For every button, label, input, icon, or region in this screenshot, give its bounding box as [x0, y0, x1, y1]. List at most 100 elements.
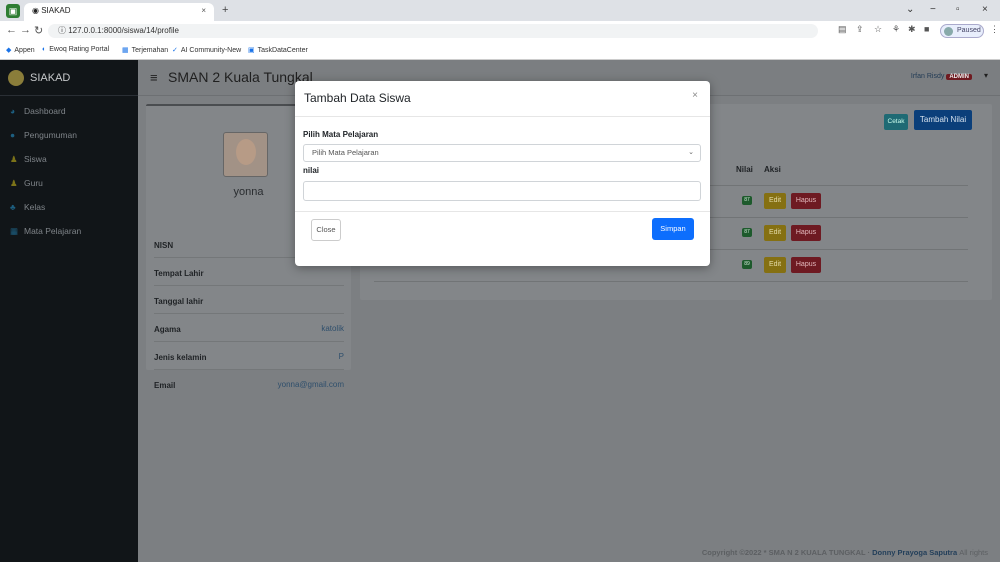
nilai-badge: 89: [742, 260, 752, 269]
nilai-input[interactable]: [303, 181, 701, 201]
sidebar-item-label: Guru: [24, 178, 43, 188]
tab-title: SIAKAD: [41, 6, 71, 15]
sidebar-item-guru[interactable]: ♟ Guru: [0, 174, 138, 198]
tambah-nilai-button[interactable]: Tambah Nilai: [914, 110, 972, 130]
sidebar-item-kelas[interactable]: ♣ Kelas: [0, 198, 138, 222]
hamburger-icon[interactable]: ≡: [150, 70, 158, 85]
tab-close-icon[interactable]: ×: [201, 6, 206, 15]
sidebar-menu: ◕ Dashboard ● Pengumuman ♟ Siswa ♟ Guru ♣ Kel…: [0, 96, 138, 246]
new-tab-icon[interactable]: +: [222, 4, 228, 16]
footer-text: Copyright ©2022 * SMA N 2 KUALA TUNGKAL …: [701, 548, 871, 557]
bookmark-label: TaskDataCenter: [257, 47, 308, 54]
bookmark-label: Appen: [14, 47, 35, 54]
field-value: P: [338, 352, 344, 361]
nilai-label: nilai: [303, 166, 320, 175]
ewoq-icon: ◐: [42, 46, 47, 53]
appen-icon: ◆: [6, 47, 12, 54]
bookmark-label: AI Community-New: [180, 47, 242, 54]
bookmarks-bar: ◆ Appen ◐ Ewoq Rating Portal ▦ Terjemahan ✓…: [0, 41, 1000, 60]
restore-icon[interactable]: ▫: [956, 4, 960, 15]
paused-label: Paused: [957, 27, 981, 34]
share-icon[interactable]: ⇪: [856, 24, 864, 35]
page-footer: Copyright ©2022 * SMA N 2 KUALA TUNGKAL …: [138, 548, 1000, 562]
task-icon: ▣: [248, 47, 255, 54]
hapus-button[interactable]: Hapus: [791, 257, 821, 273]
modal-title: Tambah Data Siswa: [304, 91, 411, 105]
simpan-button[interactable]: Simpan: [652, 218, 694, 240]
class-icon: ♣: [10, 202, 16, 212]
modal-header: Tambah Data Siswa ×: [295, 81, 710, 117]
translate-icon[interactable]: ▤: [838, 24, 847, 35]
sidebar-item-dashboard[interactable]: ◕ Dashboard: [0, 102, 138, 126]
field-value: yonna@gmail.com: [277, 380, 344, 389]
minimize-icon[interactable]: −: [930, 4, 936, 15]
subject-select[interactable]: Pilih Mata Pelajaran ⌄: [303, 144, 701, 162]
sidebar-item-label: Mata Pelajaran: [24, 226, 82, 236]
url-field[interactable]: ⓘ 127.0.0.1:8000/siswa/14/profile: [48, 24, 818, 38]
address-bar-row: ← → ↻ ⓘ 127.0.0.1:8000/siswa/14/profile …: [0, 21, 1000, 41]
sidepanel-icon[interactable]: ■: [924, 24, 929, 34]
tab-actions-icon[interactable]: ▣: [6, 4, 20, 18]
bookmark-ewoq[interactable]: ◐ Ewoq Rating Portal: [42, 46, 109, 53]
profile-row-jenis-kelamin: Jenis kelamin P: [154, 342, 344, 370]
check-icon: ✓: [172, 47, 178, 54]
brand-text: SIAKAD: [30, 71, 71, 84]
bookmark-terjemahan[interactable]: ▦ Terjemahan: [122, 46, 168, 54]
bookmark-taskdatacenter[interactable]: ▣ TaskDataCenter: [248, 46, 308, 54]
hapus-button[interactable]: Hapus: [791, 193, 821, 209]
forward-icon[interactable]: →: [20, 24, 31, 36]
footer-author-link[interactable]: Donny Prayoga Saputra: [872, 548, 957, 557]
edit-button[interactable]: Edit: [764, 257, 786, 273]
extension-icon[interactable]: ⚘: [892, 24, 900, 35]
menu-kebab-icon[interactable]: ⋮: [990, 24, 999, 35]
edit-button[interactable]: Edit: [764, 193, 786, 209]
tab-favicon-icon: ◉: [32, 6, 42, 15]
nilai-badge: 87: [742, 228, 752, 237]
close-icon[interactable]: ×: [692, 90, 698, 101]
field-key: Email: [154, 381, 176, 390]
school-name: SMAN 2 Kuala Tungkal: [168, 69, 313, 85]
sidebar-item-siswa[interactable]: ♟ Siswa: [0, 150, 138, 174]
tab-bar: ▣ ◉ SIAKAD × + ⌄ − ▫ ×: [0, 0, 1000, 21]
sidebar-item-label: Kelas: [24, 202, 46, 212]
sidebar-item-label: Dashboard: [24, 106, 66, 116]
cetak-button[interactable]: Cetak: [884, 114, 908, 130]
sidebar: SIAKAD ◕ Dashboard ● Pengumuman ♟ Siswa ♟ Gu…: [0, 60, 138, 562]
field-key: NISN: [154, 241, 174, 250]
brand-link[interactable]: SIAKAD: [0, 60, 138, 96]
chevron-down-icon: ⌄: [688, 149, 694, 156]
field-key: Jenis kelamin: [154, 353, 207, 362]
field-value: katolik: [321, 324, 344, 333]
modal-footer-divider: [295, 211, 710, 212]
teacher-icon: ♟: [10, 178, 18, 188]
role-badge: ADMIN: [946, 74, 972, 80]
user-dropdown-icon[interactable]: ▾: [984, 71, 988, 80]
translate-bookmark-icon: ▦: [122, 47, 129, 54]
sidebar-item-mata-pelajaran[interactable]: ▦ Mata Pelajaran: [0, 222, 138, 246]
sidebar-item-label: Siswa: [24, 154, 47, 164]
profile-row-email: Email yonna@gmail.com: [154, 370, 344, 398]
user-name: Irfan Risdy: [910, 73, 945, 80]
school-logo-icon: [8, 70, 24, 86]
browser-tab[interactable]: ◉ SIAKAD ×: [24, 3, 214, 21]
close-window-icon[interactable]: ×: [982, 4, 988, 15]
hapus-button[interactable]: Hapus: [791, 225, 821, 241]
url-text: 127.0.0.1:8000/siswa/14/profile: [68, 26, 179, 35]
profile-paused-button[interactable]: Paused: [940, 24, 984, 38]
bookmark-label: Terjemahan: [131, 47, 169, 54]
subject-icon: ▦: [10, 226, 19, 236]
puzzle-icon[interactable]: ✱: [908, 24, 916, 35]
tambah-data-modal: Tambah Data Siswa × Pilih Mata Pelajaran…: [295, 81, 710, 266]
bookmark-appen[interactable]: ◆ Appen: [6, 46, 35, 54]
tab-search-icon[interactable]: ⌄: [906, 4, 914, 15]
close-button[interactable]: Close: [311, 219, 341, 241]
reload-icon[interactable]: ↻: [34, 24, 43, 37]
nilai-badge: 87: [742, 196, 752, 205]
bookmark-ai-community[interactable]: ✓ AI Community-New: [172, 46, 241, 54]
edit-button[interactable]: Edit: [764, 225, 786, 241]
back-icon[interactable]: ←: [6, 24, 17, 36]
bookmark-star-icon[interactable]: ☆: [874, 24, 882, 35]
profile-row-agama: Agama katolik: [154, 314, 344, 342]
user-menu[interactable]: Irfan Risdy ADMIN: [911, 73, 972, 80]
sidebar-item-pengumuman[interactable]: ● Pengumuman: [0, 126, 138, 150]
